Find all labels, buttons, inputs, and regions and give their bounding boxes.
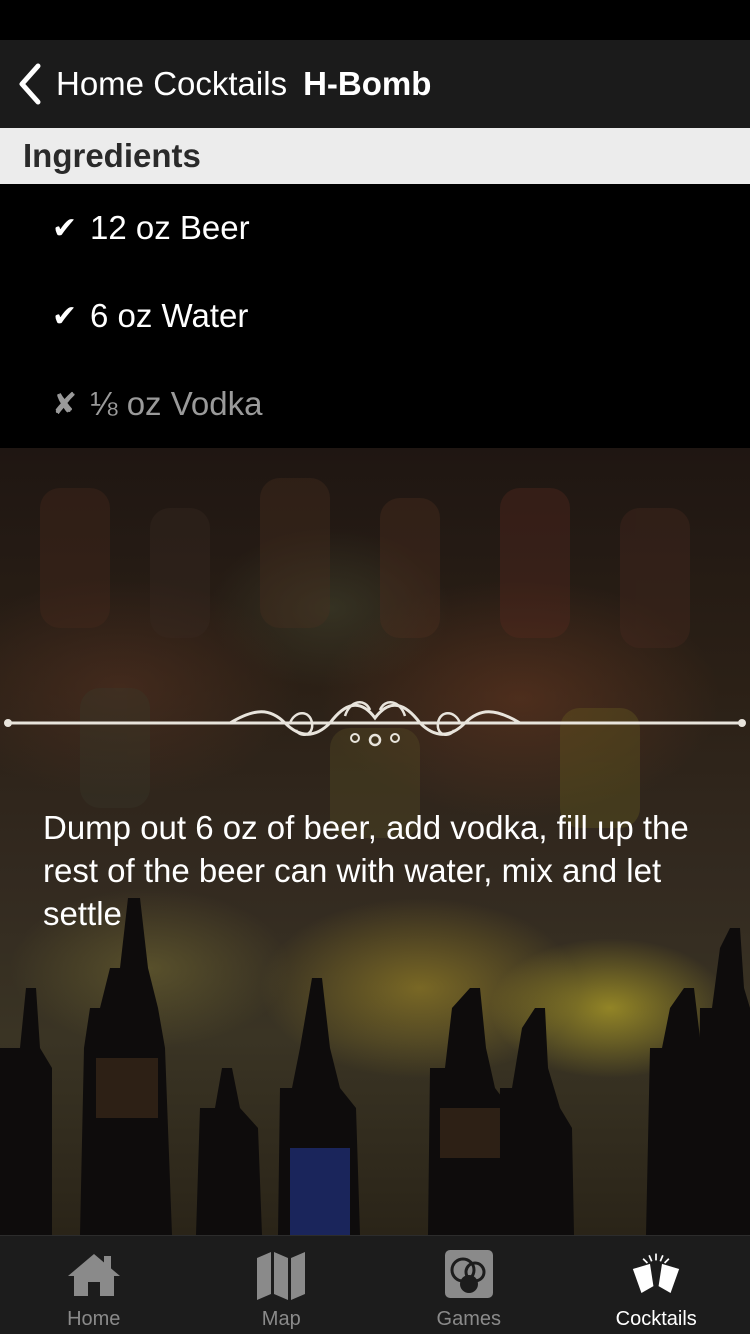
ingredient-label: ⅛ oz Vodka [90, 385, 263, 422]
ingredient-item: ✘ ⅛ oz Vodka [0, 360, 750, 448]
tab-map-label: Map [261, 1308, 301, 1330]
tab-bar: Home Map Games Cocktails [0, 1235, 750, 1334]
page-title: H-Bomb [303, 65, 432, 102]
bar-background-photo: Dump out 6 oz of beer, add vodka, fill u… [0, 448, 750, 1235]
tab-games-label: Games [436, 1308, 501, 1330]
cross-icon: ✘ [52, 387, 78, 421]
tab-map[interactable]: Map [188, 1236, 376, 1334]
games-icon [444, 1250, 493, 1298]
cocktail-glasses-icon [633, 1253, 680, 1293]
house-icon [67, 1254, 120, 1296]
recipe-instructions: Dump out 6 oz of beer, add vodka, fill u… [43, 809, 689, 932]
ingredients-list: ✔ 12 oz Beer ✔ 6 oz Water ✘ ⅛ oz Vodka [0, 184, 750, 448]
screen: Home Cocktails H-Bomb Ingredients ✔ 12 o… [0, 0, 750, 1334]
tab-cocktails-label: Cocktails [615, 1308, 697, 1330]
ingredient-label: 6 oz Water [90, 297, 249, 334]
back-button-label: Home Cocktails [56, 65, 288, 102]
tab-cocktails[interactable]: Cocktails [563, 1236, 750, 1334]
ornamental-divider [4, 701, 746, 747]
status-bar [0, 0, 750, 40]
check-icon: ✔ [52, 211, 78, 245]
back-button[interactable]: Home Cocktails [0, 40, 287, 128]
tab-games[interactable]: Games [375, 1236, 563, 1334]
tab-home-label: Home [67, 1308, 121, 1330]
map-icon [257, 1252, 306, 1300]
ingredients-section-header: Ingredients [0, 128, 750, 184]
chevron-left-icon [19, 63, 41, 105]
navigation-bar: Home Cocktails H-Bomb [0, 40, 750, 128]
ingredients-header-label: Ingredients [23, 137, 201, 174]
ingredient-item: ✔ 6 oz Water [0, 272, 750, 360]
ingredient-label: 12 oz Beer [90, 209, 250, 246]
tab-home[interactable]: Home [0, 1236, 188, 1334]
ingredient-item: ✔ 12 oz Beer [0, 184, 750, 272]
check-icon: ✔ [52, 299, 78, 333]
